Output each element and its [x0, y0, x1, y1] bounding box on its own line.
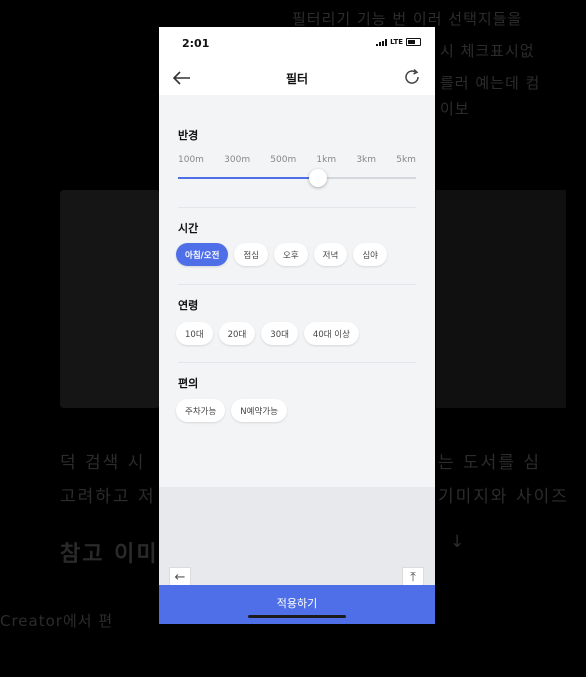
convenience-chip[interactable]: 주차가능	[176, 399, 226, 422]
page-title: 필터	[285, 72, 309, 86]
divider	[178, 362, 416, 363]
filter-content: 반경 100m 300m 500m 1km 3km 5km 시간 아침/오전 점…	[159, 95, 435, 487]
background-text-line: 고려하고 저	[60, 487, 156, 507]
home-indicator	[248, 615, 346, 618]
time-chip[interactable]: 심야	[353, 243, 387, 266]
radius-slider-thumb[interactable]	[309, 169, 328, 187]
age-chip[interactable]: 20대	[218, 322, 256, 345]
signal-icon	[376, 38, 388, 46]
background-arrow: ↓	[450, 532, 467, 552]
section-title-age: 연령	[178, 299, 199, 312]
time-chip[interactable]: 저녁	[313, 243, 348, 266]
divider	[178, 207, 416, 208]
status-icons: LTE	[376, 38, 421, 46]
radius-option[interactable]: 5km	[396, 155, 416, 165]
age-chip-row: 10대 20대 30대 40대 이상	[176, 322, 359, 345]
radius-option[interactable]: 500m	[270, 155, 296, 165]
apply-button[interactable]: 적용하기	[159, 585, 435, 624]
nav-bar: 필터	[159, 61, 435, 95]
radius-option[interactable]: 300m	[224, 155, 250, 165]
section-title-convenience: 편의	[178, 377, 199, 390]
status-bar: 2:01 LTE	[159, 27, 435, 61]
background-text-line: 필터리기 기능 번 이러 선택지들을	[292, 10, 523, 28]
refresh-icon[interactable]	[401, 67, 423, 89]
radius-option[interactable]: 1km	[316, 155, 336, 165]
time-chip-row: 아침/오전 점심 오후 저녁 심야	[176, 243, 387, 266]
background-text-line: 시 체크표시없	[440, 42, 535, 60]
phone-screen: 2:01 LTE 필터 반경 100m 300m 500m 1km 3km 5k…	[159, 27, 435, 624]
divider	[178, 284, 416, 285]
section-title-time: 시간	[178, 222, 199, 235]
radius-option[interactable]: 100m	[178, 155, 204, 165]
convenience-chip-row: 주차가능 N예약가능	[176, 399, 287, 422]
status-time: 2:01	[182, 37, 210, 50]
convenience-chip[interactable]: N예약가능	[231, 399, 287, 422]
background-text-line: 덕 검색 시	[60, 453, 146, 473]
time-chip[interactable]: 오후	[274, 243, 308, 266]
radius-slider-fill	[178, 177, 319, 179]
radius-option[interactable]: 3km	[356, 155, 376, 165]
age-chip[interactable]: 10대	[176, 322, 213, 345]
background-text-line: 기미지와 사이즈	[438, 487, 569, 507]
background-image	[60, 190, 160, 408]
apply-button-label: 적용하기	[276, 597, 318, 610]
radius-slider[interactable]	[178, 169, 416, 187]
age-chip[interactable]: 30대	[261, 322, 298, 345]
radius-labels: 100m 300m 500m 1km 3km 5km	[178, 155, 416, 165]
background-text-line: 를러 예는데 컴	[440, 74, 541, 92]
background-text-line: 는 도서를 심	[438, 453, 542, 473]
time-chip[interactable]: 점심	[234, 243, 269, 266]
time-chip-selected[interactable]: 아침/오전	[176, 243, 229, 266]
background-heading: 참고 이미	[60, 542, 159, 567]
section-title-radius: 반경	[178, 129, 199, 142]
battery-icon	[406, 38, 421, 46]
bottom-empty-area: ← ⤒	[159, 487, 435, 589]
network-label: LTE	[390, 38, 403, 46]
background-text-line: Creator에서 편	[0, 612, 114, 630]
background-image	[436, 190, 566, 408]
age-chip[interactable]: 40대 이상	[303, 322, 359, 345]
background-text-line: 이보	[440, 100, 470, 118]
